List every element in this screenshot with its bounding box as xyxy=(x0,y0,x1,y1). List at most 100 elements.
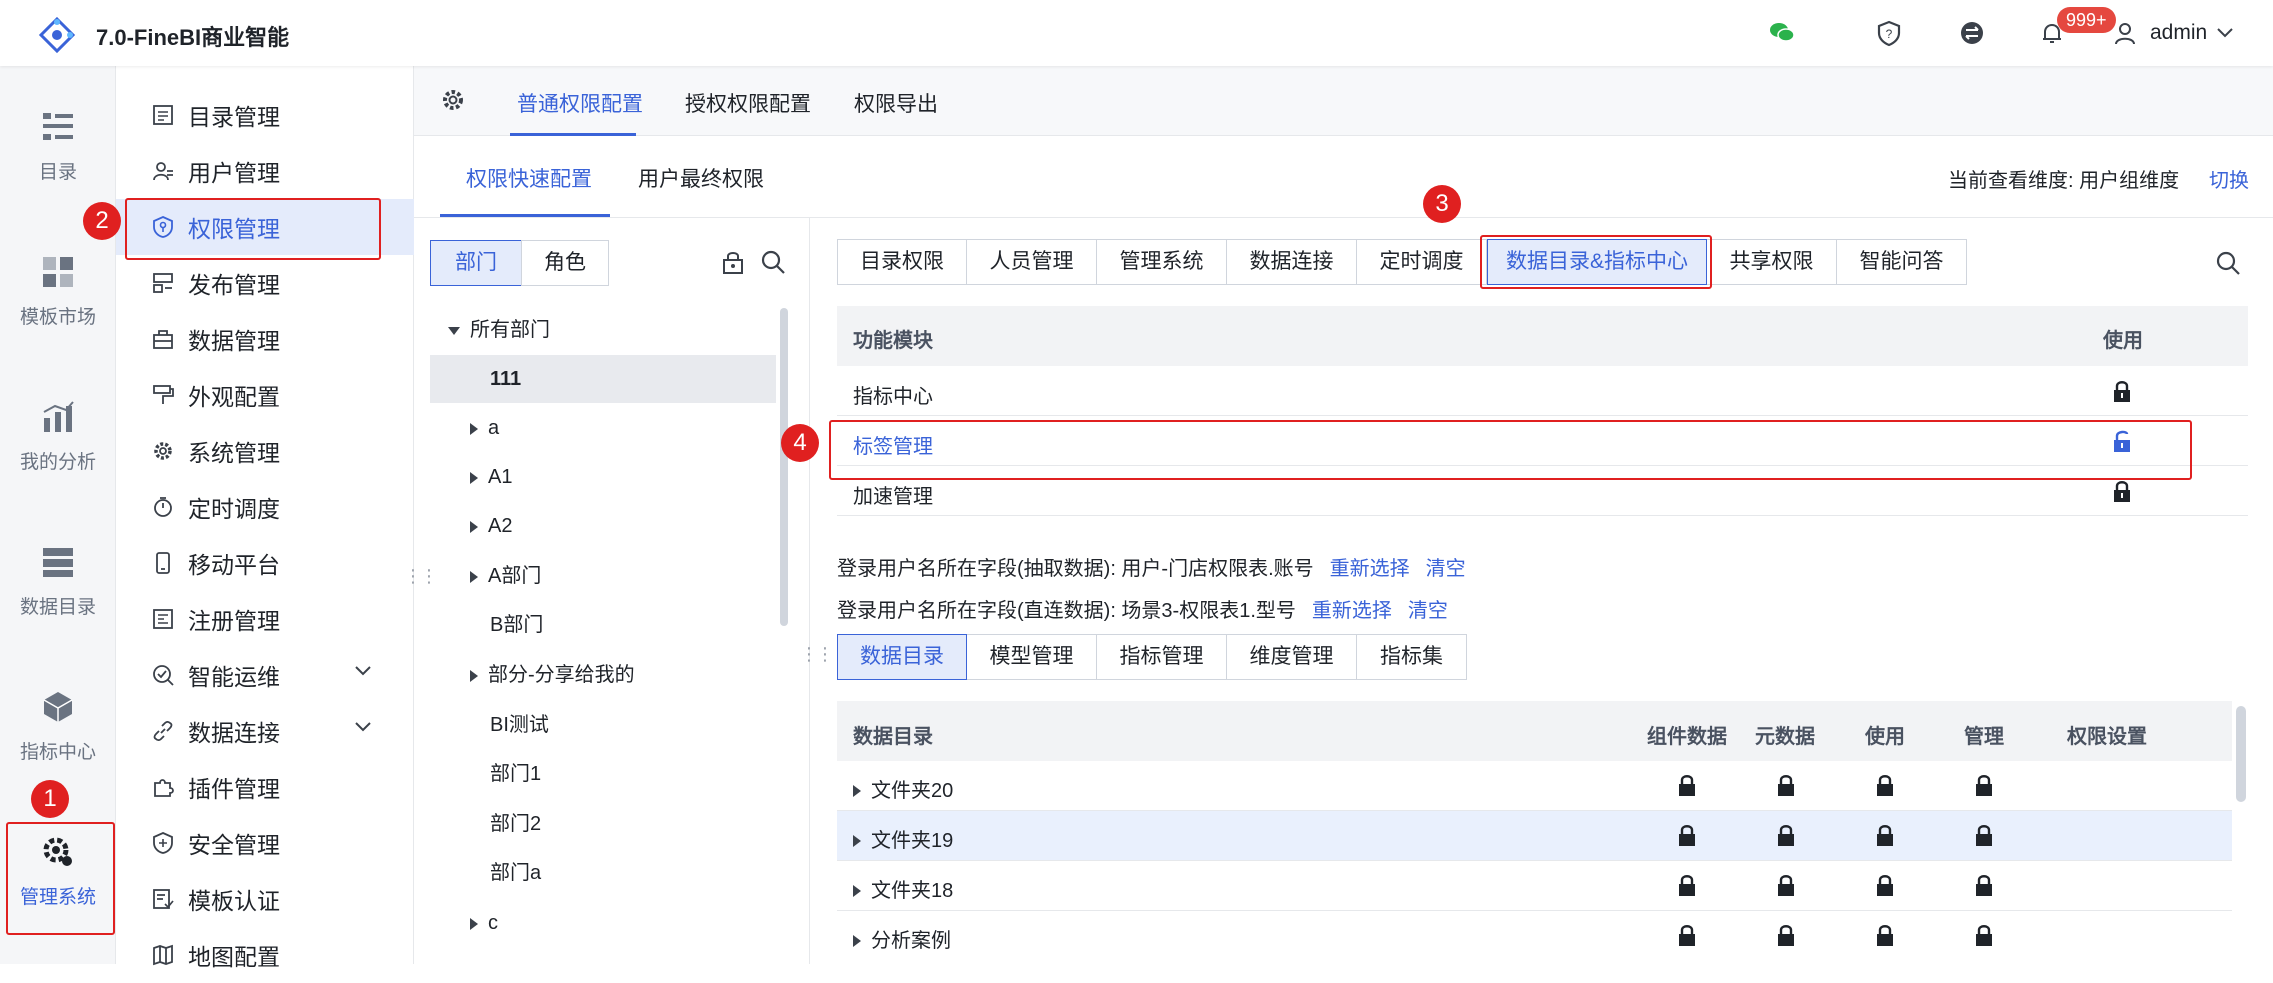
wechat-icon[interactable] xyxy=(1768,19,1796,47)
tree-node[interactable]: A部门 xyxy=(430,552,776,600)
tree-node[interactable]: BI测试 xyxy=(430,701,776,749)
lock-icon[interactable] xyxy=(1875,874,1895,898)
cat-tab-scheduling[interactable]: 定时调度 xyxy=(1357,239,1487,285)
tree-node[interactable]: B部门 xyxy=(430,601,776,649)
clear-link[interactable]: 清空 xyxy=(1426,558,1466,580)
lock-icon[interactable] xyxy=(1974,924,1994,948)
collapse-caret-icon[interactable] xyxy=(448,326,460,335)
chevron-down-icon[interactable] xyxy=(354,665,372,677)
lock-icon[interactable] xyxy=(1875,924,1895,948)
menu-item-appearance-config[interactable]: 外观配置 xyxy=(116,367,414,423)
clear-link[interactable]: 清空 xyxy=(1408,600,1448,622)
settings-gear-icon[interactable] xyxy=(440,87,466,113)
tree-node-all-departments[interactable]: 所有部门 xyxy=(430,306,776,354)
menu-item-system-management[interactable]: 系统管理 xyxy=(116,423,414,479)
menu-item-mobile-platform[interactable]: 移动平台 xyxy=(116,535,414,591)
table-row[interactable]: 文件夹20 xyxy=(837,761,2232,811)
lock-settings-icon[interactable] xyxy=(721,249,745,275)
cat-tab-data-connection[interactable]: 数据连接 xyxy=(1227,239,1357,285)
chevron-down-icon[interactable] xyxy=(2216,26,2234,40)
menu-item-security-management[interactable]: 安全管理 xyxy=(116,815,414,871)
expand-caret-icon[interactable] xyxy=(853,885,861,897)
rail-item-my-analysis[interactable]: 我的分析 xyxy=(0,356,116,486)
lock-icon[interactable] xyxy=(1776,774,1796,798)
expand-caret-icon[interactable] xyxy=(470,520,478,533)
rail-item-data-catalog[interactable]: 数据目录 xyxy=(0,501,116,631)
expand-caret-icon[interactable] xyxy=(853,785,861,797)
tree-node[interactable]: a xyxy=(430,404,776,452)
menu-item-scheduling[interactable]: 定时调度 xyxy=(116,479,414,535)
segment-department[interactable]: 部门 xyxy=(430,240,522,286)
sub-tab-model-management[interactable]: 模型管理 xyxy=(967,634,1097,680)
menu-item-plugin-management[interactable]: 插件管理 xyxy=(116,759,414,815)
lock-icon[interactable] xyxy=(1677,824,1697,848)
segment-role[interactable]: 角色 xyxy=(521,240,609,286)
cat-tab-shared-permission[interactable]: 共享权限 xyxy=(1707,239,1837,285)
table-scrollbar[interactable] xyxy=(2236,706,2246,802)
table-row[interactable]: 文件夹19 xyxy=(837,811,2232,861)
sub-tab-metric-management[interactable]: 指标管理 xyxy=(1097,634,1227,680)
tree-node[interactable]: 部门1 xyxy=(430,750,776,798)
tab-permission-export[interactable]: 权限导出 xyxy=(854,88,938,118)
tree-node[interactable]: A1 xyxy=(430,453,776,501)
tab-user-final-permission[interactable]: 用户最终权限 xyxy=(638,163,764,193)
chevron-down-icon[interactable] xyxy=(354,721,372,733)
user-name[interactable]: admin xyxy=(2150,21,2207,45)
user-icon[interactable] xyxy=(2111,19,2139,47)
tree-node[interactable]: A2 xyxy=(430,502,776,550)
tree-node[interactable]: 部门a xyxy=(430,849,776,897)
search-icon[interactable] xyxy=(2215,250,2241,276)
expand-caret-icon[interactable] xyxy=(853,835,861,847)
expand-caret-icon[interactable] xyxy=(470,669,478,682)
search-icon[interactable] xyxy=(760,249,786,275)
menu-item-user-management[interactable]: 用户管理 xyxy=(116,143,414,199)
switch-icon[interactable] xyxy=(1958,19,1986,47)
tab-grant-permission[interactable]: 授权权限配置 xyxy=(685,88,811,118)
expand-caret-icon[interactable] xyxy=(470,422,478,435)
cat-tab-admin-system[interactable]: 管理系统 xyxy=(1097,239,1227,285)
menu-item-map-config[interactable]: 地图配置 xyxy=(116,927,414,983)
menu-item-publish-management[interactable]: 发布管理 xyxy=(116,255,414,311)
tree-scrollbar[interactable] xyxy=(780,308,788,626)
rail-item-catalog[interactable]: 目录 xyxy=(0,66,116,196)
menu-item-data-management[interactable]: 数据管理 xyxy=(116,311,414,367)
expand-caret-icon[interactable] xyxy=(470,570,478,583)
lock-icon[interactable] xyxy=(1776,924,1796,948)
sub-tab-data-catalog[interactable]: 数据目录 xyxy=(837,634,967,680)
lock-icon[interactable] xyxy=(2112,480,2132,504)
lock-icon[interactable] xyxy=(1875,774,1895,798)
help-shield-icon[interactable]: ? xyxy=(1875,19,1903,47)
lock-icon[interactable] xyxy=(1974,824,1994,848)
tree-node[interactable]: 部分-分享给我的 xyxy=(430,651,776,699)
lock-icon[interactable] xyxy=(2112,380,2132,404)
menu-item-data-connection[interactable]: 数据连接 xyxy=(116,703,414,759)
expand-caret-icon[interactable] xyxy=(470,471,478,484)
reselect-link[interactable]: 重新选择 xyxy=(1330,558,1410,580)
menu-item-smart-ops[interactable]: 智能运维 xyxy=(116,647,414,703)
reselect-link[interactable]: 重新选择 xyxy=(1312,600,1392,622)
lock-icon[interactable] xyxy=(1974,874,1994,898)
lock-icon[interactable] xyxy=(1875,824,1895,848)
cat-tab-smart-qa[interactable]: 智能问答 xyxy=(1837,239,1967,285)
tree-node[interactable]: 部门2 xyxy=(430,800,776,848)
menu-item-catalog-management[interactable]: 目录管理 xyxy=(116,87,414,143)
sub-tab-metric-set[interactable]: 指标集 xyxy=(1357,634,1467,680)
lock-icon[interactable] xyxy=(1776,874,1796,898)
cat-tab-catalog-permission[interactable]: 目录权限 xyxy=(837,239,967,285)
resize-handle[interactable]: ⋮⋮ xyxy=(800,644,834,665)
sub-tab-dimension-management[interactable]: 维度管理 xyxy=(1227,634,1357,680)
menu-item-registration[interactable]: 注册管理 xyxy=(116,591,414,647)
table-row[interactable]: 分析案例 xyxy=(837,911,2232,961)
tab-quick-config[interactable]: 权限快速配置 xyxy=(466,163,592,193)
tab-normal-permission[interactable]: 普通权限配置 xyxy=(517,88,643,118)
table-row[interactable]: 文件夹18 xyxy=(837,861,2232,911)
lock-icon[interactable] xyxy=(1677,874,1697,898)
rail-item-metric-center[interactable]: 指标中心 xyxy=(0,646,116,776)
lock-icon[interactable] xyxy=(1677,924,1697,948)
expand-caret-icon[interactable] xyxy=(853,935,861,947)
tree-node[interactable]: c xyxy=(430,899,776,947)
expand-caret-icon[interactable] xyxy=(470,917,478,930)
switch-dimension-link[interactable]: 切换 xyxy=(2209,164,2249,193)
cat-tab-personnel[interactable]: 人员管理 xyxy=(967,239,1097,285)
lock-icon[interactable] xyxy=(1776,824,1796,848)
